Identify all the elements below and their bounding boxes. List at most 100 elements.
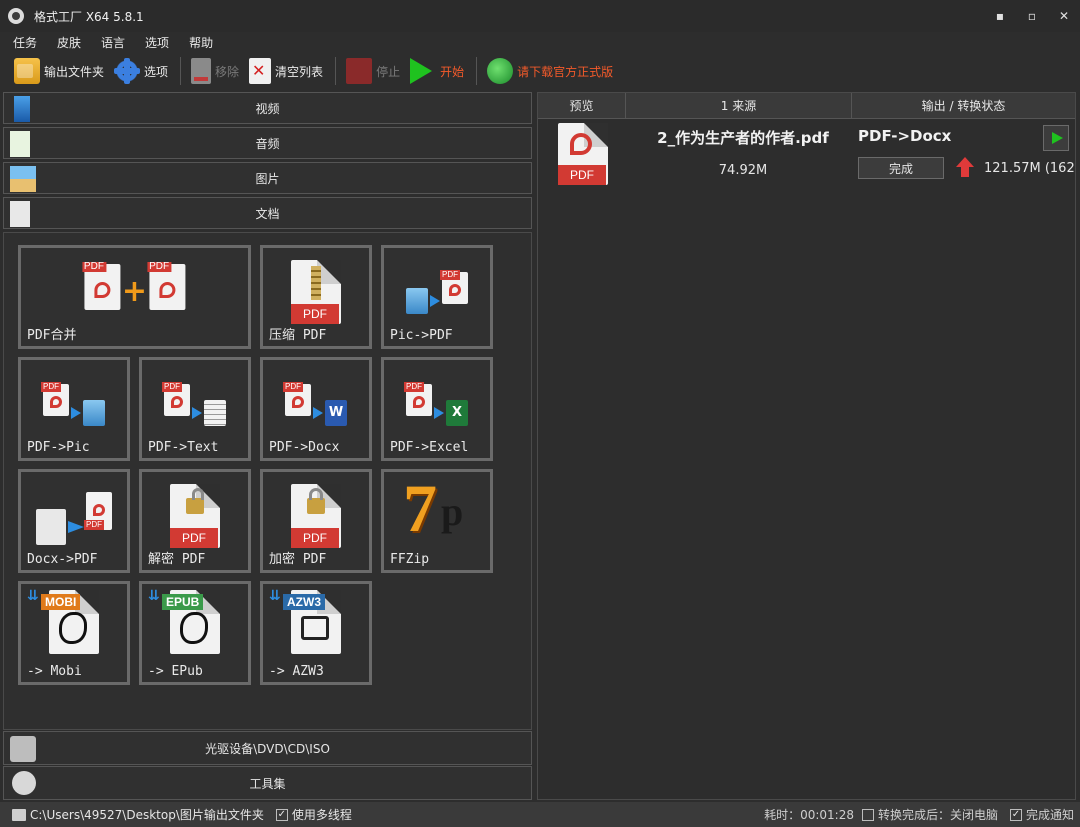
tile-compress-pdf[interactable]: PDF 压缩 PDF — [260, 245, 372, 349]
download-official-label: 请下载官方正式版 — [517, 64, 614, 79]
remove-file-icon — [191, 58, 212, 84]
tile-label: -> AZW3 — [269, 664, 324, 679]
ffzip-icon: 7p — [403, 470, 464, 546]
start-button[interactable]: 开始 — [406, 55, 468, 87]
menu-skin[interactable]: 皮肤 — [54, 34, 84, 51]
epub-ebook-icon: EPUB — [162, 590, 220, 654]
category-document-label: 文档 — [255, 206, 280, 221]
complete-notify-checkbox[interactable]: ✓ — [1009, 808, 1022, 821]
tile-to-epub[interactable]: ⇊ EPUB -> EPub — [139, 581, 251, 685]
category-disc-label: 光驱设备\DVD\CD\ISO — [205, 741, 330, 756]
output-folder-label: 输出文件夹 — [44, 64, 105, 79]
music-note-icon — [10, 131, 30, 157]
column-header-status[interactable]: 输出 / 转换状态 — [852, 93, 1075, 119]
tile-pdf-to-pic[interactable]: PDF PDF->Pic — [18, 357, 130, 461]
status-bar-right: 耗时：00:01:28 转换完成后：关闭电脑 ✓ 完成通知 — [764, 802, 1074, 827]
tile-pdf-to-docx[interactable]: PDF W PDF->Docx — [260, 357, 372, 461]
title-bar: 格式工厂 X64 5.8.1 ▪ ▫ ✕ — [0, 0, 1080, 32]
category-disc[interactable]: 光驱设备\DVD\CD\ISO — [3, 731, 532, 765]
clear-list-button[interactable]: 清空列表 — [245, 55, 327, 87]
tile-ffzip[interactable]: 7p FFZip — [381, 469, 493, 573]
toolbar: 输出文件夹 选项 移除 清空列表 停止 开始 请下载官方正式版 — [0, 52, 1080, 90]
folder-icon — [12, 808, 26, 821]
clear-list-label: 清空列表 — [275, 64, 324, 79]
globe-icon — [487, 58, 514, 84]
task-list-panel: 预览 1 来源 输出 / 转换状态 PDF 2_作为生产者的作者.pdf 74.… — [537, 92, 1076, 800]
document-icon — [10, 201, 30, 227]
menu-language[interactable]: 语言 — [98, 34, 128, 51]
stop-button[interactable]: 停止 — [342, 55, 404, 87]
tile-label: 加密 PDF — [269, 552, 327, 567]
pdf-merge-icon: PDF + PDF — [81, 262, 186, 313]
task-status-button[interactable]: 完成 — [858, 157, 944, 179]
tile-label: 解密 PDF — [148, 552, 206, 567]
docx-to-pdf-icon: PDF — [36, 492, 112, 545]
app-logo-icon — [8, 8, 24, 24]
menu-options[interactable]: 选项 — [142, 34, 172, 51]
tile-decrypt-pdf[interactable]: PDF 解密 PDF — [139, 469, 251, 573]
azw3-ebook-icon: AZW3 — [283, 590, 341, 654]
menu-help[interactable]: 帮助 — [186, 34, 216, 51]
open-output-play-button[interactable] — [1043, 125, 1069, 151]
maximize-button[interactable]: ▫ — [1016, 0, 1048, 32]
minimize-button[interactable]: ▪ — [984, 0, 1016, 32]
category-document[interactable]: 文档 — [3, 197, 532, 229]
tile-pdf-to-excel[interactable]: PDF X PDF->Excel — [381, 357, 493, 461]
pdf-to-excel-icon: PDF X — [404, 382, 468, 426]
size-increase-arrow-icon — [956, 157, 974, 179]
stop-label: 停止 — [376, 64, 401, 79]
task-file-name: 2_作为生产者的作者.pdf — [657, 129, 829, 147]
tile-to-azw3[interactable]: ⇊ AZW3 -> AZW3 — [260, 581, 372, 685]
column-header-source[interactable]: 1 来源 — [626, 93, 852, 119]
tile-label: -> Mobi — [27, 664, 82, 679]
film-icon — [14, 96, 30, 122]
options-button[interactable]: 选项 — [110, 55, 172, 87]
tile-pdf-merge[interactable]: PDF + PDF PDF合并 — [18, 245, 251, 349]
toolbar-separator — [335, 57, 337, 85]
tile-label: PDF合并 — [27, 328, 77, 343]
film-reel-icon — [12, 771, 36, 795]
category-video[interactable]: 视频 — [3, 92, 532, 124]
start-label: 开始 — [440, 64, 465, 79]
tile-to-mobi[interactable]: ⇊ MOBI -> Mobi — [18, 581, 130, 685]
column-header-preview[interactable]: 预览 — [538, 93, 626, 119]
tile-label: PDF->Excel — [390, 440, 469, 455]
complete-notify-label: 完成通知 — [1025, 808, 1074, 822]
mobi-ebook-icon: MOBI — [41, 590, 99, 654]
category-image[interactable]: 图片 — [3, 162, 532, 194]
close-button[interactable]: ✕ — [1048, 0, 1080, 32]
tile-encrypt-pdf[interactable]: PDF 加密 PDF — [260, 469, 372, 573]
output-path[interactable]: C:\Users\49527\Desktop\图片输出文件夹 — [30, 806, 264, 823]
tile-pdf-to-text[interactable]: PDF PDF->Text — [139, 357, 251, 461]
output-folder-button[interactable]: 输出文件夹 — [10, 55, 108, 87]
status-bar: C:\Users\49527\Desktop\图片输出文件夹 ✓ 使用多线程 耗… — [0, 802, 1080, 827]
tile-label: -> EPub — [148, 664, 203, 679]
category-audio[interactable]: 音频 — [3, 127, 532, 159]
category-tools-label: 工具集 — [249, 776, 286, 791]
decrypt-pdf-icon: PDF — [170, 484, 220, 548]
menu-task[interactable]: 任务 — [10, 34, 40, 51]
pdf-to-pic-icon: PDF — [41, 382, 105, 426]
remove-button[interactable]: 移除 — [187, 55, 243, 87]
category-panel: 视频 音频 图片 文档 PDF + PDF PDF合并 PDF 压缩 PDF PDF — [0, 90, 536, 802]
task-row[interactable]: PDF 2_作为生产者的作者.pdf 74.92M PDF->Docx 完成 1… — [538, 119, 1075, 187]
multithread-option[interactable]: ✓ 使用多线程 — [275, 806, 352, 823]
download-arrow-icon: ⇊ — [27, 588, 39, 604]
remove-label: 移除 — [215, 64, 240, 79]
tile-label: 压缩 PDF — [269, 328, 327, 343]
toolbar-separator — [180, 57, 182, 85]
category-video-label: 视频 — [255, 101, 280, 116]
tile-pic-to-pdf[interactable]: PDF Pic->PDF — [381, 245, 493, 349]
after-convert-checkbox[interactable] — [861, 808, 874, 821]
download-arrow-icon: ⇊ — [148, 588, 160, 604]
disc-drive-icon — [10, 736, 36, 762]
window-title: 格式工厂 X64 5.8.1 — [34, 9, 144, 24]
category-tools[interactable]: 工具集 — [3, 766, 532, 800]
multithread-checkbox[interactable]: ✓ — [275, 808, 288, 821]
download-official-button[interactable]: 请下载官方正式版 — [483, 55, 617, 87]
stop-icon — [346, 58, 373, 84]
tile-docx-to-pdf[interactable]: PDF Docx->PDF — [18, 469, 130, 573]
download-arrow-icon: ⇊ — [269, 588, 281, 604]
elapsed-time: 耗时：00:01:28 — [764, 808, 854, 822]
task-output-size: 121.57M (162 — [984, 161, 1074, 176]
